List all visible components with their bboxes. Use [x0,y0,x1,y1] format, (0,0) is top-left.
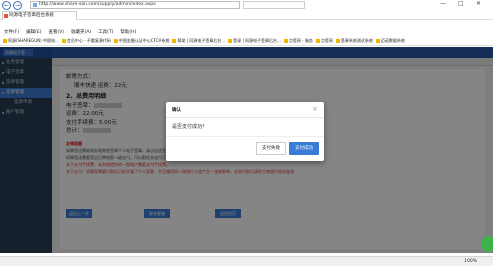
favorite-item[interactable]: 点签网 [315,38,333,44]
tab-active[interactable]: 同源电子签章后台系统 [2,11,77,20]
forward-icon[interactable]: → [13,0,22,10]
menu-favorites[interactable]: 收藏夹(A) [71,29,91,35]
favorites-bar: 同源(SHAREGUN) 中国电... 会员中心 - 不重复源代码 中国金融认证… [0,37,493,46]
favorite-item[interactable]: 中国金融认证中心CFCA系统 [113,38,169,44]
star-icon [315,39,320,43]
favicon-icon [4,14,8,18]
tab-row: 同源电子签章后台系统 [0,10,493,20]
menu-file[interactable]: 文件(F) [4,29,19,35]
star-icon [335,39,340,43]
page-icon [33,3,37,7]
favorite-item[interactable]: 同源(SHAREGUN) 中国电... [3,38,59,44]
star-icon [375,39,380,43]
status-bar: 100% [0,256,493,266]
confirm-dialog: 确认 × 是否支付成功？ 支付失败 支付成功 [166,102,324,161]
favorite-item[interactable]: 会员中心 - 不重复源代码 [61,38,111,44]
zoom-level[interactable]: 100% [464,257,477,266]
favorite-item[interactable]: 迈诺数据系统 [375,38,405,44]
menu-edit[interactable]: 编辑(E) [26,29,41,35]
search-box[interactable] [243,1,305,9]
dialog-footer: 支付失败 支付成功 [166,136,324,160]
dialog-message: 是否支付成功？ [172,124,208,130]
tab-title: 同源电子签章后台系统 [9,13,54,18]
close-icon[interactable]: × [312,106,318,113]
star-icon [3,39,7,43]
star-icon [61,39,66,43]
star-icon [172,39,177,43]
favorite-item[interactable]: 点签网 - 服务 [283,38,313,44]
dialog-title: 确认 [172,107,181,113]
star-icon [113,39,118,43]
back-icon[interactable]: ← [2,0,11,10]
minimize-icon[interactable]: — [440,0,446,7]
star-icon [228,39,233,43]
favorite-item[interactable]: 登录 | 同源电子签章后台... [228,38,281,44]
menu-tools[interactable]: 工具(T) [98,29,113,35]
star-icon [283,39,288,43]
favorite-item[interactable]: 帮助 | 同源电子签章后台... [172,38,225,44]
payment-failed-button[interactable]: 支付失败 [256,142,286,155]
address-bar[interactable]: http://www.share-san.com/supply/admin/in… [30,1,240,9]
menu-view[interactable]: 查看(V) [48,29,64,35]
maximize-icon[interactable]: □ [458,0,464,7]
address-url: http://www.share-san.com/supply/admin/in… [39,2,156,7]
payment-success-button[interactable]: 支付成功 [289,142,319,155]
floating-widget-icon[interactable] [481,236,493,252]
menu-bar: 文件(F) 编辑(E) 查看(V) 收藏夹(A) 工具(T) 帮助(H) [0,27,493,36]
menu-help[interactable]: 帮助(H) [120,29,136,35]
browser-titlebar: ← → http://www.share-san.com/supply/admi… [0,0,493,10]
close-icon[interactable]: ✕ [476,0,481,7]
favorite-item[interactable]: 签章系统测试系统 [335,38,373,44]
dialog-header: 确认 × [166,102,324,118]
